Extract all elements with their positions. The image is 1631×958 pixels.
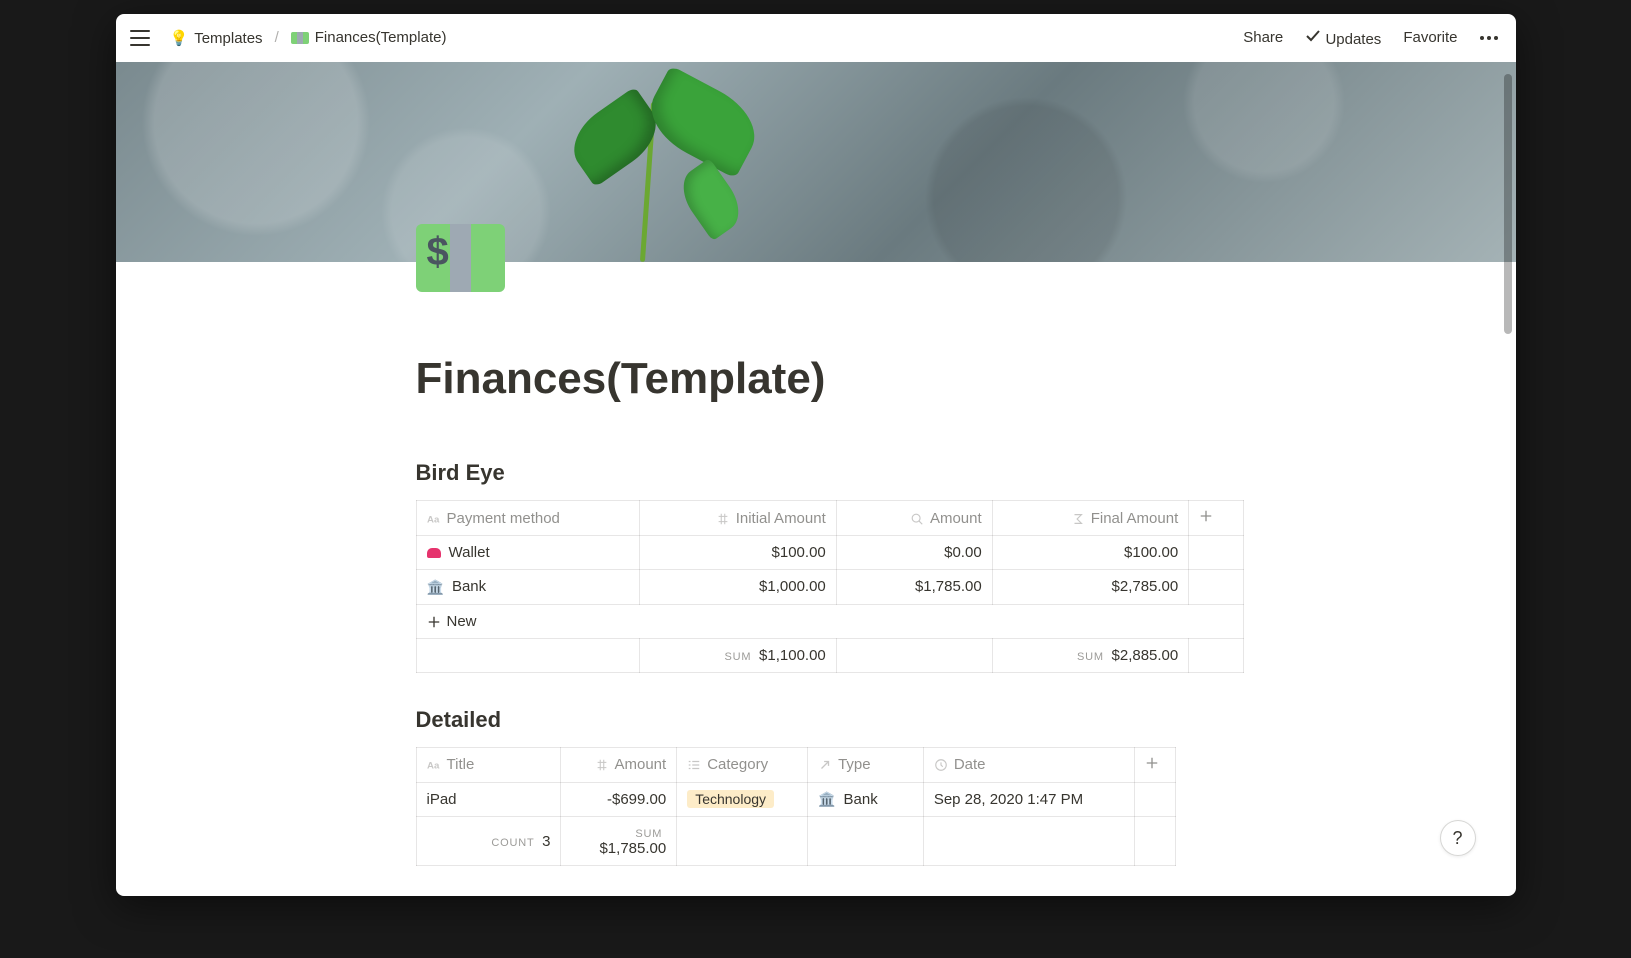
select-type-icon [687, 758, 701, 772]
app-window: 💡 Templates / Finances(Template) Share Up… [116, 14, 1516, 896]
aggregate-row: COUNT 3 SUM $1,785.00 [416, 817, 1175, 866]
breadcrumb-label: Templates [194, 30, 262, 47]
col-amount[interactable]: Amount [836, 501, 992, 536]
formula-type-icon [1071, 512, 1085, 526]
bank-icon: 🏛️ [818, 791, 835, 808]
col-type[interactable]: Type [808, 747, 924, 782]
col-payment-method[interactable]: AaPayment method [416, 501, 640, 536]
col-initial-amount[interactable]: Initial Amount [640, 501, 837, 536]
menu-icon[interactable] [130, 30, 150, 46]
bird-eye-block: Bird Eye AaPayment method Initial Amount… [416, 452, 1246, 673]
category-tag: Technology [687, 790, 774, 808]
share-button[interactable]: Share [1239, 27, 1287, 48]
breadcrumb-separator: / [275, 29, 279, 46]
breadcrumb-templates[interactable]: 💡 Templates [166, 27, 267, 49]
plus-icon [1199, 509, 1213, 523]
favorite-button[interactable]: Favorite [1399, 27, 1461, 48]
topbar: 💡 Templates / Finances(Template) Share Up… [116, 14, 1516, 62]
svg-text:Aa: Aa [427, 514, 440, 525]
scrollbar-thumb[interactable] [1504, 74, 1512, 334]
detailed-title[interactable]: Detailed [416, 699, 1246, 741]
page-content: Finances(Template) Bird Eye AaPayment me… [116, 262, 1246, 896]
number-type-icon [595, 758, 609, 772]
sum-initial[interactable]: SUM $1,100.00 [640, 638, 837, 672]
bulb-icon: 💡 [170, 29, 189, 47]
svg-text:Aa: Aa [427, 761, 440, 772]
updates-button[interactable]: Updates [1301, 26, 1385, 50]
col-amount[interactable]: Amount [561, 747, 677, 782]
detailed-table: AaTitle Amount Category Type Date [416, 747, 1176, 867]
bird-eye-table: AaPayment method Initial Amount Amount F… [416, 500, 1244, 673]
col-title[interactable]: AaTitle [416, 747, 561, 782]
text-type-icon: Aa [427, 758, 441, 772]
table-row[interactable]: Wallet $100.00 $0.00 $100.00 [416, 536, 1243, 570]
check-icon [1305, 28, 1321, 44]
aggregate-row: SUM $1,100.00 SUM $2,885.00 [416, 638, 1243, 672]
text-type-icon: Aa [427, 512, 441, 526]
updates-label: Updates [1325, 31, 1381, 48]
page-title[interactable]: Finances(Template) [416, 354, 1246, 404]
wallet-icon [427, 548, 441, 558]
sum-final[interactable]: SUM $2,885.00 [992, 638, 1189, 672]
breadcrumb-label: Finances(Template) [315, 29, 447, 46]
number-type-icon [716, 512, 730, 526]
col-final-amount[interactable]: Final Amount [992, 501, 1189, 536]
add-column-button[interactable] [1135, 747, 1175, 782]
detailed-block: Detailed AaTitle Amount Category [416, 699, 1246, 867]
bird-eye-title[interactable]: Bird Eye [416, 452, 1246, 494]
table-row[interactable]: iPad -$699.00 Technology 🏛️Bank Sep 28, … [416, 782, 1175, 817]
topbar-actions: Share Updates Favorite [1239, 26, 1501, 50]
breadcrumb-finances[interactable]: Finances(Template) [287, 27, 451, 48]
add-column-button[interactable] [1189, 501, 1243, 536]
scrollbar[interactable] [1504, 74, 1512, 892]
col-date[interactable]: Date [923, 747, 1134, 782]
table-row[interactable]: 🏛️Bank $1,000.00 $1,785.00 $2,785.00 [416, 570, 1243, 605]
count-title[interactable]: COUNT 3 [416, 817, 561, 866]
more-icon[interactable] [1476, 34, 1502, 42]
relation-type-icon [818, 758, 832, 772]
bill-icon [291, 32, 309, 44]
bank-icon: 🏛️ [427, 579, 444, 596]
page-icon[interactable]: $ [416, 224, 506, 292]
col-category[interactable]: Category [677, 747, 808, 782]
rollup-type-icon [910, 512, 924, 526]
breadcrumb: 💡 Templates / Finances(Template) [130, 27, 451, 49]
sum-amount[interactable]: SUM $1,785.00 [561, 817, 677, 866]
plus-icon [1145, 756, 1159, 770]
new-row-button[interactable]: New [416, 604, 1243, 638]
plus-icon [427, 615, 441, 629]
date-type-icon [934, 758, 948, 772]
help-button[interactable]: ? [1440, 820, 1476, 856]
page-cover[interactable] [116, 62, 1516, 262]
